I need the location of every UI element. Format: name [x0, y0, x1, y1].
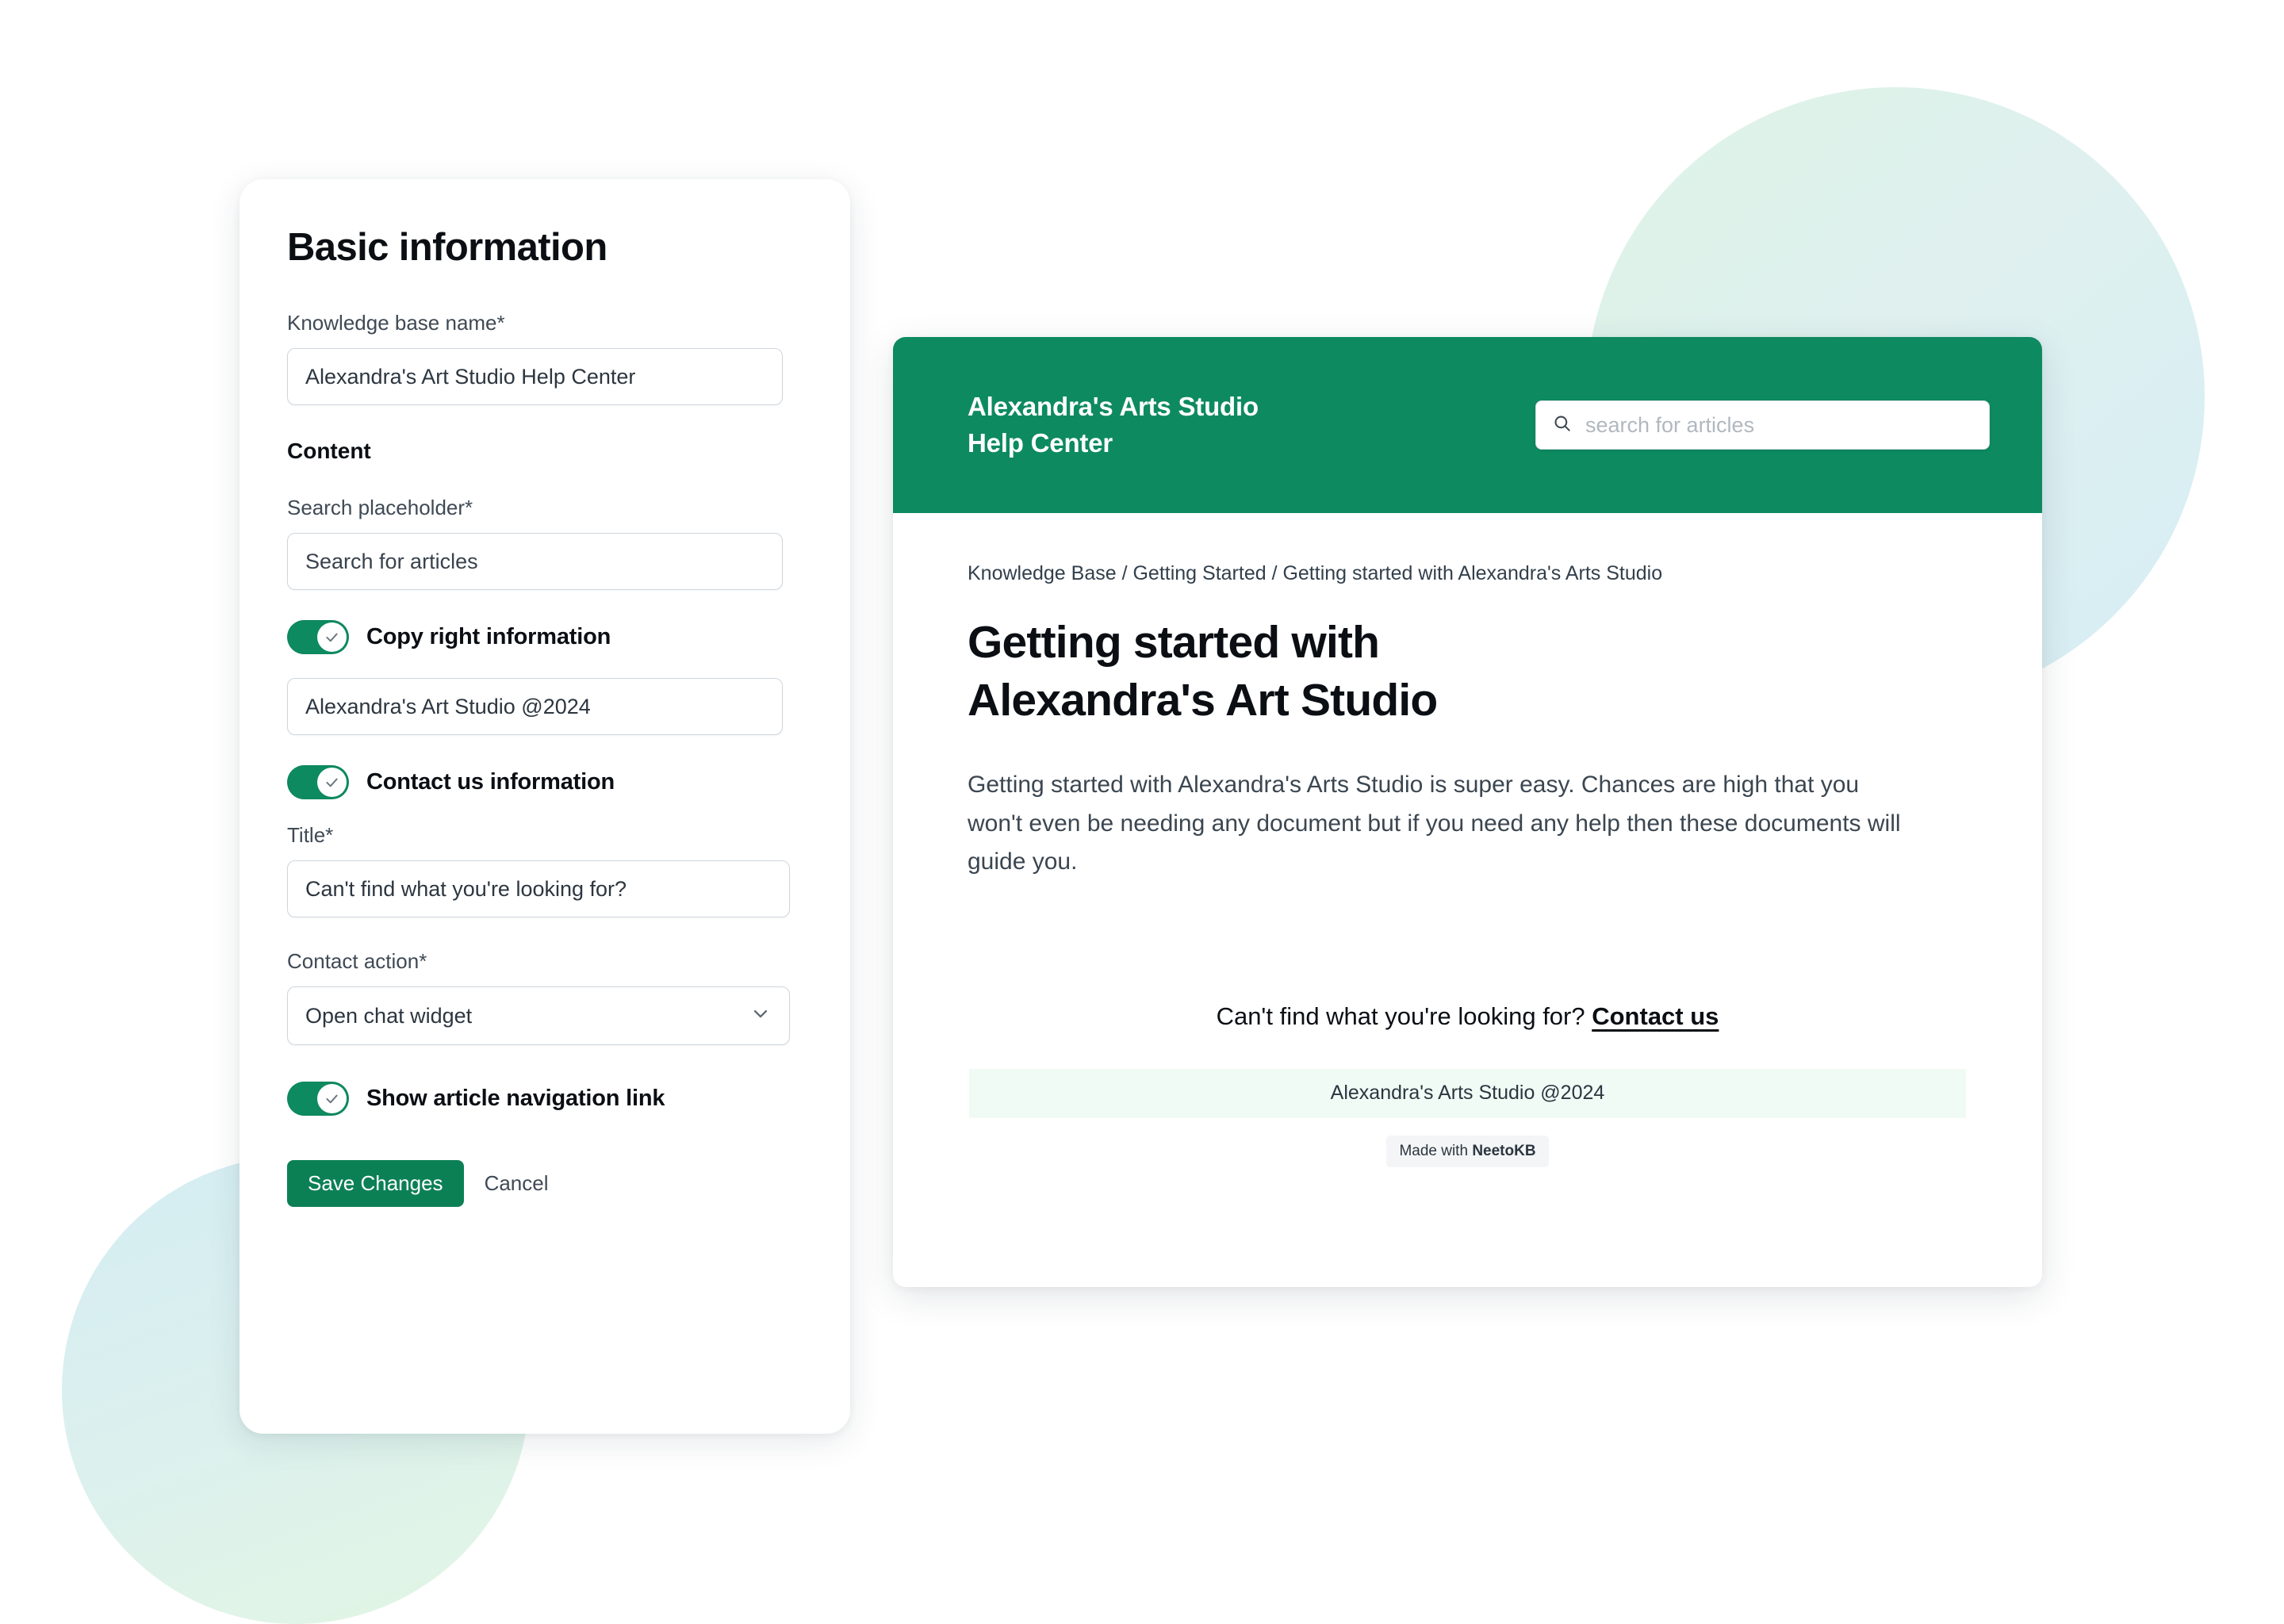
- help-center-search-placeholder: search for articles: [1585, 412, 1755, 437]
- contact-cta: Can't find what you're looking for? Cont…: [968, 1002, 1968, 1031]
- knowledge-base-name-label: Knowledge base name*: [287, 311, 505, 335]
- help-center-header: Alexandra's Arts Studio Help Center sear…: [893, 337, 2042, 513]
- contact-us-information-row[interactable]: Contact us information: [287, 765, 803, 799]
- basic-information-card: Basic information Knowledge base name* A…: [240, 179, 850, 1434]
- cancel-button[interactable]: Cancel: [485, 1171, 549, 1196]
- show-article-navigation-link-label: Show article navigation link: [366, 1086, 665, 1111]
- copyright-information-label: Copy right information: [366, 624, 611, 649]
- made-with-prefix: Made with: [1399, 1142, 1473, 1159]
- check-icon: [317, 768, 347, 797]
- contact-title-label: Title*: [287, 823, 334, 847]
- contact-title-input[interactable]: Can't find what you're looking for?: [287, 860, 790, 917]
- copyright-bar: Alexandra's Arts Studio @2024: [969, 1068, 1966, 1118]
- copyright-information-row[interactable]: Copy right information: [287, 620, 803, 654]
- help-center-body: Knowledge Base / Getting Started / Getti…: [893, 513, 2042, 1031]
- contact-us-information-toggle[interactable]: [287, 765, 349, 799]
- search-placeholder-input[interactable]: Search for articles: [287, 533, 783, 590]
- save-changes-button[interactable]: Save Changes: [287, 1160, 464, 1207]
- form-actions: Save Changes Cancel: [287, 1160, 803, 1207]
- check-icon: [317, 1084, 347, 1113]
- article-body-text: Getting started with Alexandra's Arts St…: [968, 771, 1901, 875]
- copyright-text-input[interactable]: Alexandra's Art Studio @2024: [287, 678, 783, 735]
- contact-us-link[interactable]: Contact us: [1592, 1002, 1719, 1030]
- chevron-down-icon: [749, 1002, 772, 1030]
- content-section-heading: Content: [287, 439, 371, 463]
- made-with-badge: Made with NeetoKB: [1386, 1135, 1549, 1167]
- search-placeholder-label: Search placeholder*: [287, 496, 473, 519]
- page-title: Basic information: [287, 226, 607, 269]
- contact-us-information-label: Contact us information: [366, 769, 615, 795]
- search-icon: [1552, 413, 1573, 438]
- help-center-title: Alexandra's Arts Studio Help Center: [968, 392, 1259, 458]
- breadcrumb[interactable]: Knowledge Base / Getting Started / Getti…: [968, 562, 1968, 585]
- show-article-navigation-link-row[interactable]: Show article navigation link: [287, 1082, 803, 1116]
- made-with-brand: NeetoKB: [1472, 1142, 1536, 1159]
- help-center-search-input[interactable]: search for articles: [1535, 400, 1990, 450]
- article-title: Getting started with Alexandra's Art Stu…: [968, 617, 1438, 726]
- knowledge-base-name-input[interactable]: Alexandra's Art Studio Help Center: [287, 348, 783, 405]
- contact-cta-prompt: Can't find what you're looking for?: [1216, 1002, 1592, 1030]
- check-icon: [317, 622, 347, 652]
- show-article-navigation-link-toggle[interactable]: [287, 1082, 349, 1116]
- copyright-information-toggle[interactable]: [287, 620, 349, 654]
- contact-action-label: Contact action*: [287, 949, 427, 973]
- help-center-preview-panel: Alexandra's Arts Studio Help Center sear…: [893, 337, 2042, 1287]
- contact-action-value: Open chat widget: [305, 1003, 473, 1028]
- contact-action-select[interactable]: Open chat widget: [287, 986, 790, 1045]
